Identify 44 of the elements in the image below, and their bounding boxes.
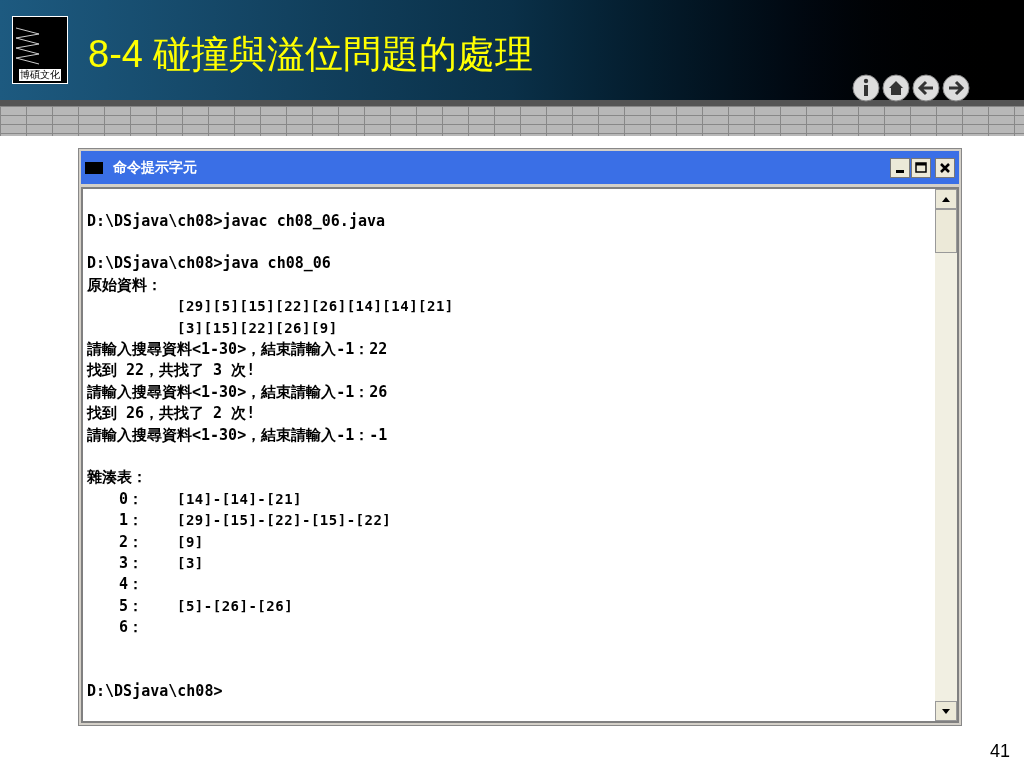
scroll-down-button[interactable]	[935, 701, 957, 721]
bucket-index: 6：	[118, 617, 145, 639]
close-icon	[940, 162, 950, 173]
console-icon	[85, 161, 103, 174]
bucket-index: 5：	[118, 595, 145, 617]
bucket-index: 1：	[118, 510, 145, 532]
command-line: D:\DSjava\ch08>javac ch08_06.java	[87, 211, 385, 230]
bucket-values: [3]	[177, 553, 204, 573]
output-line: 找到 22，共找了 3 次!	[87, 361, 256, 380]
minimize-button[interactable]	[890, 157, 910, 178]
scroll-up-button[interactable]	[935, 189, 957, 209]
home-icon[interactable]	[882, 74, 910, 102]
up-arrow-icon	[942, 196, 950, 202]
page-number: 41	[990, 740, 1011, 763]
output-line: 雜湊表：	[87, 468, 147, 487]
close-button[interactable]	[935, 157, 955, 178]
command-line: D:\DSjava\ch08>	[87, 682, 223, 701]
output-line: [3][15][22][26][9]	[177, 319, 338, 336]
bucket-values: [9]	[177, 532, 204, 552]
scrollbar[interactable]	[935, 189, 957, 721]
window-title: 命令提示字元	[113, 158, 197, 177]
bucket-index: 4：	[118, 574, 145, 596]
maximize-icon	[915, 162, 927, 173]
bucket-values: [29]-[15]-[22]-[15]-[22]	[177, 511, 392, 531]
down-arrow-icon	[942, 708, 950, 714]
zigzag-icon	[15, 26, 41, 66]
minimize-icon	[896, 169, 904, 173]
output-line: 找到 26，共找了 2 次!	[87, 404, 256, 423]
output-line: 請輸入搜尋資料<1-30>，結束請輸入-1：-1	[87, 425, 388, 444]
bucket-index: 2：	[118, 531, 145, 553]
bucket-values: [14]-[14]-[21]	[177, 489, 302, 509]
bucket-index: 0：	[118, 488, 145, 510]
output-line: 請輸入搜尋資料<1-30>，結束請輸入-1：22	[87, 340, 388, 359]
slide-title: 8-4 碰撞與溢位問題的處理	[88, 31, 534, 77]
bucket-index: 3：	[118, 552, 145, 574]
maximize-button[interactable]	[911, 157, 931, 178]
output-line: 請輸入搜尋資料<1-30>，結束請輸入-1：26	[87, 382, 388, 401]
output-line: [29][5][15][22][26][14][14][21]	[177, 298, 454, 315]
command-line: D:\DSjava\ch08>java ch08_06	[87, 254, 331, 273]
logo-text: 博碩文化	[19, 69, 61, 81]
info-icon[interactable]	[852, 74, 880, 102]
bucket-values: [5]-[26]-[26]	[177, 596, 294, 616]
output-line: 原始資料：	[87, 275, 162, 294]
scroll-thumb[interactable]	[935, 209, 957, 253]
